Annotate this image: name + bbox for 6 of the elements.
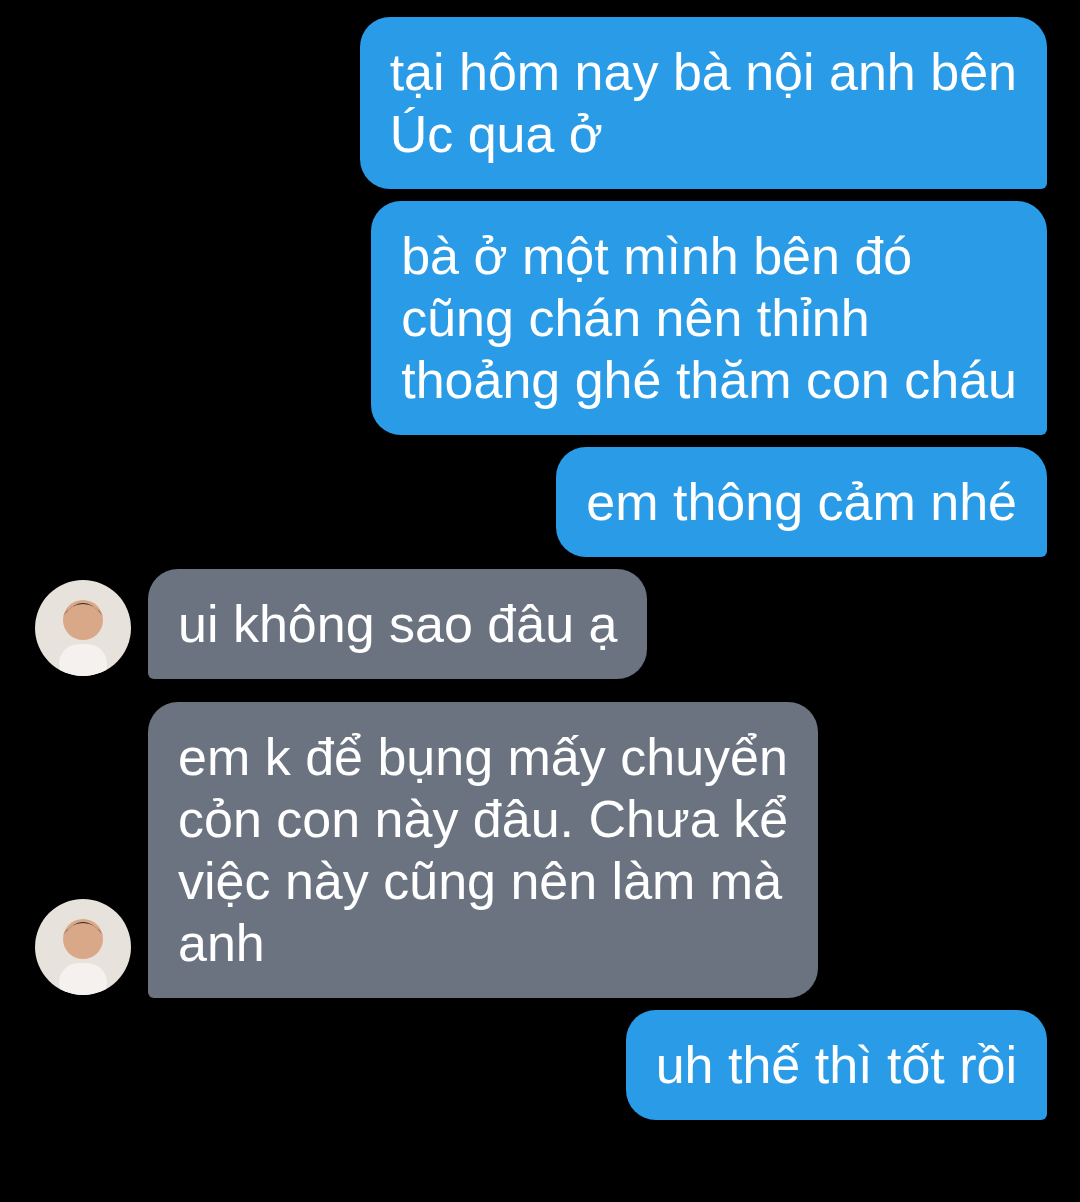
received-message: ui không sao đâu ạ bbox=[148, 569, 648, 679]
sent-message: bà ở một mình bên đó cũng chán nên thỉnh thoảng ghé thăm con cháu bbox=[371, 201, 1047, 435]
sent-message: em thông cảm nhé bbox=[556, 447, 1047, 557]
received-message: em k để bụng mấy chuyển cỏn con này đâu. Chưa kể việc này cũng nên làm mà anh bbox=[148, 702, 819, 998]
sent-message: uh thế thì tốt rồi bbox=[625, 1010, 1047, 1120]
sent-message: tại hôm nay bà nội anh bên Úc qua ở bbox=[359, 17, 1047, 189]
